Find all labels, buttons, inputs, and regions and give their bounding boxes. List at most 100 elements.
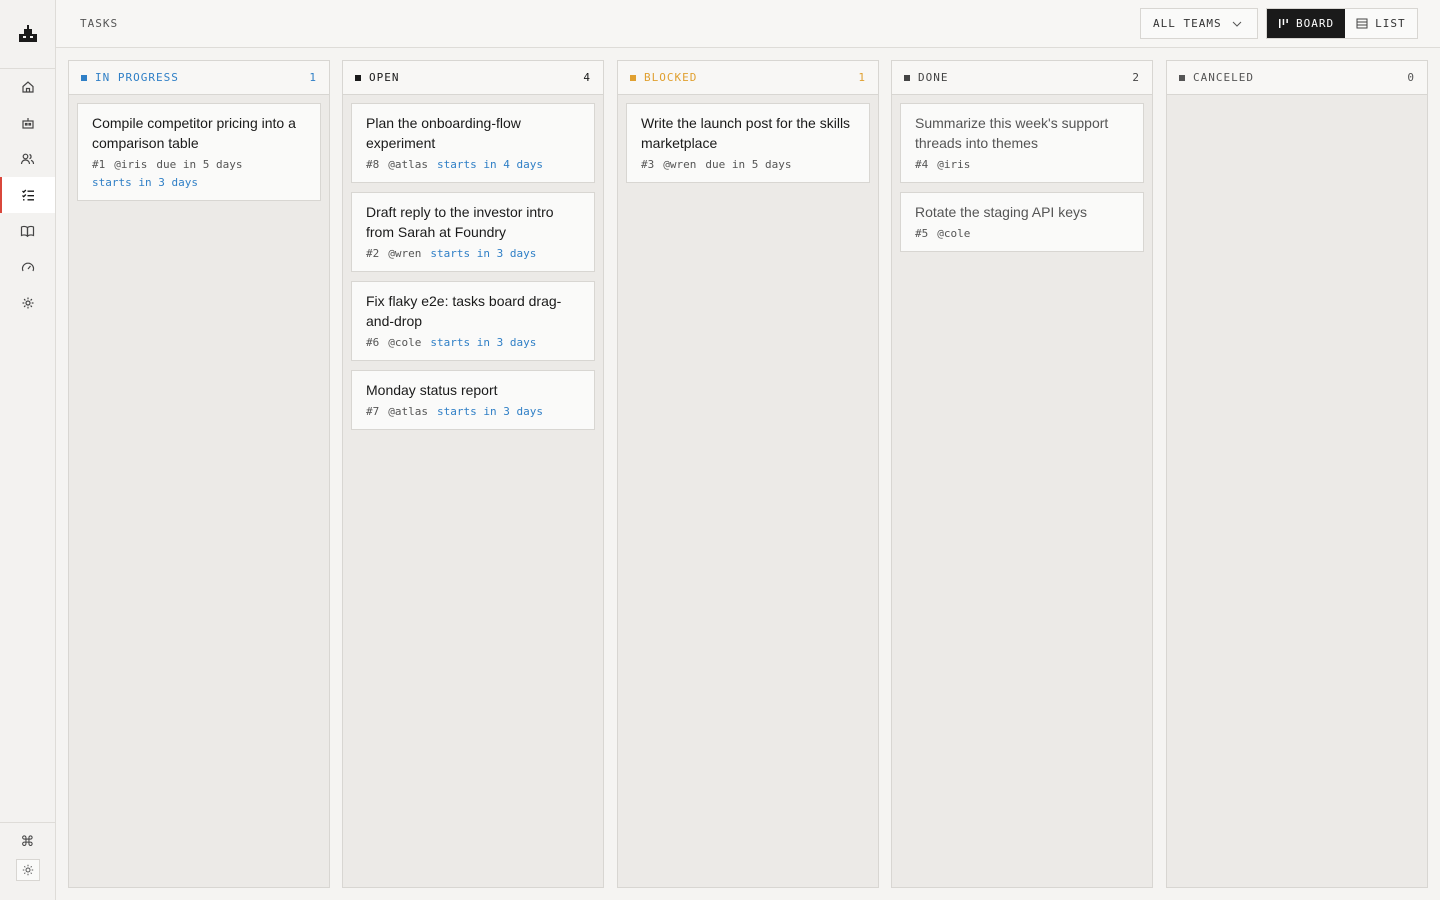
task-title: Rotate the staging API keys bbox=[915, 204, 1087, 220]
sidebar-item-agents[interactable] bbox=[0, 105, 55, 141]
task-title: Fix flaky e2e: tasks board drag-and-drop bbox=[366, 293, 562, 329]
task-card[interactable]: Write the launch post for the skills mar… bbox=[626, 103, 870, 183]
column-title: BLOCKED bbox=[644, 71, 698, 84]
theme-toggle-button[interactable] bbox=[15, 859, 40, 881]
tasks-icon bbox=[21, 189, 34, 201]
task-title: Monday status report bbox=[366, 382, 498, 398]
task-meta: #7 @atlas starts in 3 days bbox=[366, 403, 580, 421]
sidebar-item-tasks[interactable] bbox=[0, 177, 55, 213]
sidebar-item-settings[interactable] bbox=[0, 285, 55, 321]
list-icon bbox=[1356, 18, 1368, 29]
users-icon bbox=[20, 153, 35, 165]
status-dot bbox=[355, 74, 361, 81]
task-assignee: @iris bbox=[937, 158, 971, 171]
task-starts: starts in 3 days bbox=[92, 176, 198, 189]
task-title: Draft reply to the investor intro from S… bbox=[366, 204, 554, 240]
task-card[interactable]: Compile competitor pricing into a compar… bbox=[77, 103, 321, 201]
column-header: BLOCKED 1 bbox=[618, 61, 878, 95]
book-icon bbox=[20, 225, 35, 238]
task-starts: starts in 3 days bbox=[430, 336, 537, 349]
view-toggle: BOARD LIST bbox=[1266, 8, 1418, 39]
column-count: 1 bbox=[858, 71, 866, 84]
card-list bbox=[1167, 95, 1427, 111]
task-title: Compile competitor pricing into a compar… bbox=[92, 115, 296, 151]
sidebar-nav bbox=[0, 69, 55, 321]
task-id: #2 bbox=[366, 247, 380, 260]
task-assignee: @cole bbox=[388, 336, 422, 349]
task-id: #8 bbox=[366, 158, 380, 171]
board-view-button[interactable]: BOARD bbox=[1267, 9, 1346, 38]
task-starts: starts in 4 days bbox=[437, 158, 543, 171]
sidebar-item-usage[interactable] bbox=[0, 249, 55, 285]
card-list: Summarize this week's support threads in… bbox=[892, 95, 1152, 269]
sidebar-item-home[interactable] bbox=[0, 69, 55, 105]
card-list: Plan the onboarding-flow experiment #8 @a… bbox=[343, 95, 603, 447]
task-card[interactable]: Plan the onboarding-flow experiment #8 @a… bbox=[351, 103, 595, 183]
team-filter-label: ALL TEAMS bbox=[1153, 17, 1222, 30]
column-title: IN PROGRESS bbox=[95, 71, 179, 84]
column-count: 4 bbox=[583, 71, 591, 84]
task-meta: #5 @cole bbox=[915, 225, 1129, 243]
top-bar: TASKS ALL TEAMS BOARD LIST bbox=[56, 0, 1440, 48]
task-id: #4 bbox=[915, 158, 929, 171]
task-assignee: @wren bbox=[388, 247, 422, 260]
task-title: Summarize this week's support threads in… bbox=[915, 115, 1109, 151]
card-list: Compile competitor pricing into a compar… bbox=[69, 95, 329, 218]
column-header: CANCELED 0 bbox=[1167, 61, 1427, 95]
page-title: TASKS bbox=[80, 17, 119, 30]
team-filter-dropdown[interactable]: ALL TEAMS bbox=[1140, 8, 1258, 39]
robot-logo-icon bbox=[18, 25, 37, 42]
task-meta: #1 @iris due in 5 days starts in 3 days bbox=[92, 156, 306, 192]
column-header: IN PROGRESS 1 bbox=[69, 61, 329, 95]
status-dot bbox=[630, 74, 636, 81]
column-in-progress: IN PROGRESS 1 Compile competitor pricing… bbox=[68, 60, 330, 888]
column-count: 1 bbox=[309, 71, 317, 84]
task-id: #5 bbox=[915, 227, 929, 240]
column-header: DONE 2 bbox=[892, 61, 1152, 95]
task-due: due in 5 days bbox=[156, 158, 243, 171]
task-title: Write the launch post for the skills mar… bbox=[641, 115, 851, 151]
command-icon: ⌘ bbox=[20, 832, 35, 849]
task-id: #1 bbox=[92, 158, 106, 171]
column-open: OPEN 4 Plan the onboarding-flow experime… bbox=[342, 60, 604, 888]
column-count: 0 bbox=[1407, 71, 1415, 84]
task-card[interactable]: Rotate the staging API keys #5 @cole bbox=[900, 192, 1144, 252]
robot-icon bbox=[21, 118, 34, 129]
column-title: DONE bbox=[918, 71, 949, 84]
task-meta: #3 @wren due in 5 days bbox=[641, 156, 855, 174]
card-list: Write the launch post for the skills mar… bbox=[618, 95, 878, 200]
task-meta: #6 @cole starts in 3 days bbox=[366, 334, 580, 352]
task-title: Plan the onboarding-flow experiment bbox=[366, 115, 521, 151]
gauge-icon bbox=[21, 262, 34, 272]
task-assignee: @atlas bbox=[388, 158, 428, 171]
task-card[interactable]: Monday status report #7 @atlas starts in 3… bbox=[351, 370, 595, 430]
command-palette-button[interactable]: ⌘ bbox=[0, 823, 55, 859]
task-assignee: @cole bbox=[937, 227, 971, 240]
task-id: #7 bbox=[366, 405, 380, 418]
task-id: #3 bbox=[641, 158, 655, 171]
settings-icon bbox=[22, 297, 33, 309]
task-assignee: @atlas bbox=[388, 405, 428, 418]
sidebar-item-docs[interactable] bbox=[0, 213, 55, 249]
task-meta: #2 @wren starts in 3 days bbox=[366, 245, 580, 263]
status-dot bbox=[1179, 74, 1185, 81]
task-card[interactable]: Fix flaky e2e: tasks board drag-and-drop… bbox=[351, 281, 595, 361]
task-id: #6 bbox=[366, 336, 380, 349]
sidebar-item-team[interactable] bbox=[0, 141, 55, 177]
app-logo[interactable] bbox=[0, 0, 55, 69]
task-assignee: @iris bbox=[114, 158, 148, 171]
board-icon bbox=[1279, 19, 1288, 28]
column-count: 2 bbox=[1132, 71, 1140, 84]
column-header: OPEN 4 bbox=[343, 61, 603, 95]
task-card[interactable]: Draft reply to the investor intro from S… bbox=[351, 192, 595, 272]
task-assignee: @wren bbox=[663, 158, 697, 171]
sidebar-footer: ⌘ bbox=[0, 822, 55, 881]
task-card[interactable]: Summarize this week's support threads in… bbox=[900, 103, 1144, 183]
chevron-down-icon bbox=[1232, 21, 1241, 27]
home-icon bbox=[21, 81, 34, 93]
list-view-button[interactable]: LIST bbox=[1345, 9, 1417, 38]
column-canceled: CANCELED 0 bbox=[1166, 60, 1428, 888]
task-meta: #4 @iris bbox=[915, 156, 1129, 174]
task-starts: starts in 3 days bbox=[437, 405, 543, 418]
sun-icon bbox=[22, 864, 33, 876]
